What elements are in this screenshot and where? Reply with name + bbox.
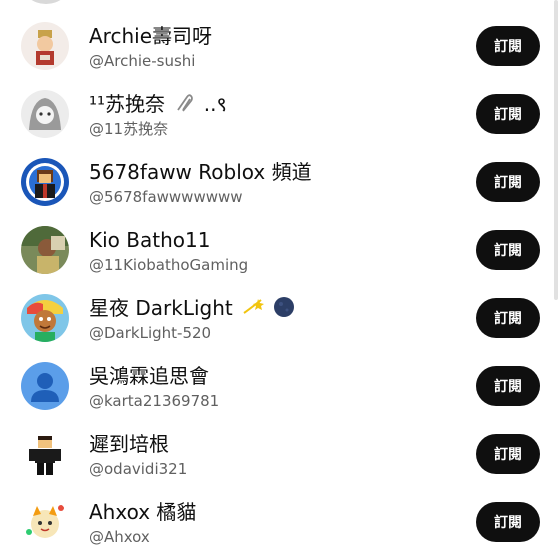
- channel-name[interactable]: ¹¹苏挽奈 ..९: [89, 91, 227, 120]
- channel-handle: @odavidi321: [89, 460, 188, 478]
- channel-name[interactable]: 吳鴻霖追思會: [89, 363, 209, 389]
- channel-handle: @5678fawwwwwww: [89, 188, 243, 206]
- channel-handle: @Archie-sushi: [89, 52, 196, 70]
- subscribe-button[interactable]: 訂閱: [476, 162, 540, 202]
- dizzy-star-icon: [241, 296, 265, 324]
- subscribe-button[interactable]: 訂閱: [476, 502, 540, 542]
- subscribe-button[interactable]: 訂閱: [476, 298, 540, 338]
- channel-handle: @11苏挽奈: [89, 120, 169, 138]
- channel-row[interactable]: 星夜 DarkLight @DarkLight-520 訂閱: [0, 284, 552, 352]
- subscribe-button[interactable]: 訂閱: [476, 434, 540, 474]
- subscribe-button[interactable]: 訂閱: [476, 366, 540, 406]
- subscribe-button[interactable]: 訂閱: [476, 230, 540, 270]
- channel-row[interactable]: Ahxox 橘貓 @Ahxox 訂閱: [0, 488, 552, 556]
- partial-avatar: [22, 0, 70, 4]
- channel-row[interactable]: 5678faww Roblox 頻道 @5678fawwwwwww 訂閱: [0, 148, 552, 216]
- channel-avatar[interactable]: [21, 430, 69, 478]
- channel-handle: @11KiobathoGaming: [89, 256, 249, 274]
- channel-avatar[interactable]: [21, 226, 69, 274]
- paperclip-icon: [173, 92, 197, 120]
- channel-name[interactable]: 5678faww Roblox 頻道: [89, 159, 312, 185]
- channel-name[interactable]: Kio Batho11: [89, 227, 210, 253]
- channel-name[interactable]: 遲到培根: [89, 431, 169, 457]
- channel-row[interactable]: 吳鴻霖追思會 @karta21369781 訂閱: [0, 352, 552, 420]
- channel-row[interactable]: 遲到培根 @odavidi321 訂閱: [0, 420, 552, 488]
- dark-moon-icon: [273, 296, 295, 324]
- channel-name[interactable]: 星夜 DarkLight: [89, 295, 295, 324]
- subscribe-button[interactable]: 訂閱: [476, 26, 540, 66]
- channel-name[interactable]: Archie壽司呀: [89, 23, 212, 49]
- default-person-avatar-icon[interactable]: [21, 362, 69, 410]
- channel-handle: @karta21369781: [89, 392, 220, 410]
- channel-name-text: ¹¹苏挽奈: [89, 92, 166, 116]
- channel-avatar[interactable]: [21, 158, 69, 206]
- channel-avatar[interactable]: [21, 498, 69, 546]
- channel-handle: @Ahxox: [89, 528, 150, 546]
- channel-row[interactable]: ¹¹苏挽奈 ..९ @11苏挽奈 訂閱: [0, 80, 552, 148]
- channel-handle: @DarkLight-520: [89, 324, 212, 342]
- scrollbar[interactable]: [554, 0, 558, 300]
- channel-row[interactable]: Archie壽司呀 @Archie-sushi 訂閱: [0, 12, 552, 80]
- channel-name[interactable]: Ahxox 橘貓: [89, 499, 196, 525]
- channel-name-text: 星夜 DarkLight: [89, 296, 233, 320]
- channel-avatar[interactable]: [21, 294, 69, 342]
- channel-row[interactable]: Kio Batho11 @11KiobathoGaming 訂閱: [0, 216, 552, 284]
- channel-avatar[interactable]: [21, 22, 69, 70]
- subscriptions-list: Archie壽司呀 @Archie-sushi 訂閱 ¹¹苏挽奈 ..९ @11…: [0, 0, 560, 560]
- channel-name-suffix: ..९: [203, 92, 227, 116]
- subscribe-button[interactable]: 訂閱: [476, 94, 540, 134]
- channel-avatar[interactable]: [21, 90, 69, 138]
